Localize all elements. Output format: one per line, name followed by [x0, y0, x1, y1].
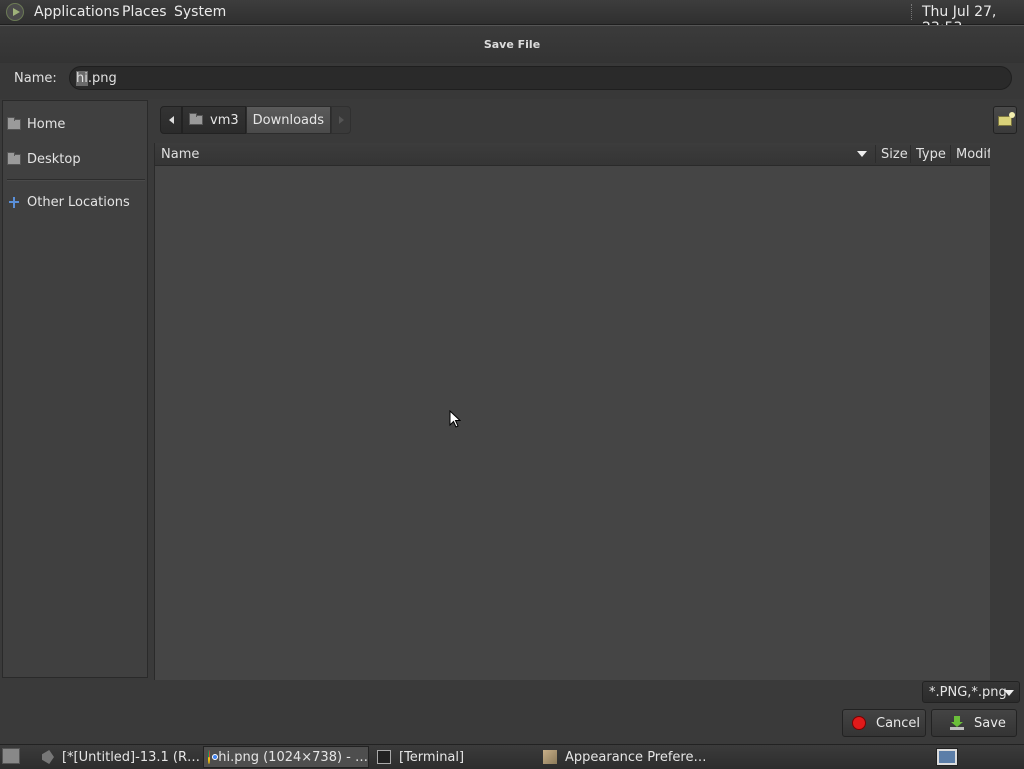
cancel-button[interactable]: Cancel [842, 709, 926, 737]
menu-logo-icon[interactable] [6, 3, 24, 21]
workspace-switcher[interactable] [936, 748, 958, 766]
gimp-icon [42, 750, 54, 764]
chrome-icon [208, 750, 220, 764]
path-segment-downloads[interactable]: Downloads [245, 106, 332, 134]
filename-extension-text: .png [87, 71, 117, 86]
column-header-name[interactable]: Name [161, 147, 199, 162]
path-segment-label: Downloads [252, 112, 325, 128]
path-back-button[interactable] [160, 106, 182, 134]
applications-menu[interactable]: Applications [34, 4, 120, 20]
places-sidebar: Home Desktop Other Locations [2, 100, 148, 678]
taskbar-item-chrome[interactable]: hi.png (1024×738) - … [203, 746, 369, 768]
new-folder-icon [998, 112, 1015, 126]
mouse-cursor-icon [449, 409, 462, 433]
stop-icon [852, 716, 866, 730]
sidebar-item-label: Home [27, 116, 66, 132]
path-forward-button[interactable] [331, 106, 352, 134]
sidebar-item-label: Desktop [27, 151, 81, 167]
taskbar-item-label: hi.png (1024×738) - … [218, 749, 368, 765]
file-type-filter[interactable]: *.PNG,*.png [922, 681, 1020, 703]
folder-icon [189, 113, 203, 125]
file-type-filter-value: *.PNG,*.png [929, 685, 1007, 700]
show-desktop-icon[interactable] [2, 748, 20, 764]
path-segment-label: vm3 [210, 112, 239, 128]
save-button[interactable]: Save [931, 709, 1017, 737]
filename-row: Name: hi.png [0, 63, 1024, 99]
folder-icon [7, 116, 21, 130]
filename-selected-text: hi [76, 71, 88, 86]
chevron-left-icon [168, 116, 174, 124]
column-separator[interactable] [910, 145, 911, 163]
system-menu[interactable]: System [174, 4, 226, 20]
terminal-icon [377, 750, 391, 764]
save-button-label: Save [974, 715, 1006, 731]
sidebar-item-label: Other Locations [27, 194, 130, 210]
places-menu[interactable]: Places [122, 4, 167, 20]
taskbar-item-label: [Terminal] [399, 749, 465, 765]
sidebar-item-desktop[interactable]: Desktop [7, 149, 81, 169]
column-header-modified[interactable]: Modif [956, 147, 991, 162]
list-scroll-gutter [990, 143, 1024, 680]
plus-icon [7, 196, 21, 208]
path-bar: vm3 Downloads [160, 106, 352, 134]
panel-separator [911, 4, 914, 20]
dialog-titlebar[interactable]: Save File [0, 25, 1024, 64]
column-separator[interactable] [875, 145, 876, 163]
sidebar-item-home[interactable]: Home [7, 114, 65, 134]
taskbar-item-label: Appearance Prefere… [565, 749, 707, 765]
chevron-down-icon [1004, 690, 1014, 696]
top-panel: Applications Places System Thu Jul 27, 2… [0, 0, 1024, 36]
filename-input[interactable]: hi.png [69, 66, 1012, 90]
chevron-right-icon [338, 116, 344, 124]
column-header-type[interactable]: Type [916, 147, 946, 162]
column-header-size[interactable]: Size [881, 147, 908, 162]
sidebar-separator [7, 179, 145, 181]
taskbar-item-terminal[interactable]: [Terminal] [377, 746, 527, 768]
download-icon [950, 716, 964, 730]
sort-descending-icon[interactable] [857, 151, 867, 157]
appearance-icon [543, 750, 557, 764]
path-segment-vm3[interactable]: vm3 [182, 106, 246, 134]
dialog-title: Save File [483, 38, 541, 51]
column-separator[interactable] [950, 145, 951, 163]
taskbar-item-gimp[interactable]: [*[Untitled]-13.1 (R… [42, 746, 200, 768]
file-list[interactable]: Name Size Type Modif [154, 143, 991, 680]
taskbar-item-appearance[interactable]: Appearance Prefere… [543, 746, 713, 768]
folder-icon [7, 151, 21, 165]
taskbar: [*[Untitled]-13.1 (R… hi.png (1024×738) … [0, 744, 1024, 769]
create-folder-button[interactable] [993, 106, 1017, 134]
taskbar-item-label: [*[Untitled]-13.1 (R… [61, 749, 200, 765]
name-label: Name: [14, 71, 57, 86]
sidebar-item-other-locations[interactable]: Other Locations [7, 192, 130, 212]
file-list-header: Name Size Type Modif [155, 143, 991, 166]
cancel-button-label: Cancel [876, 715, 921, 731]
